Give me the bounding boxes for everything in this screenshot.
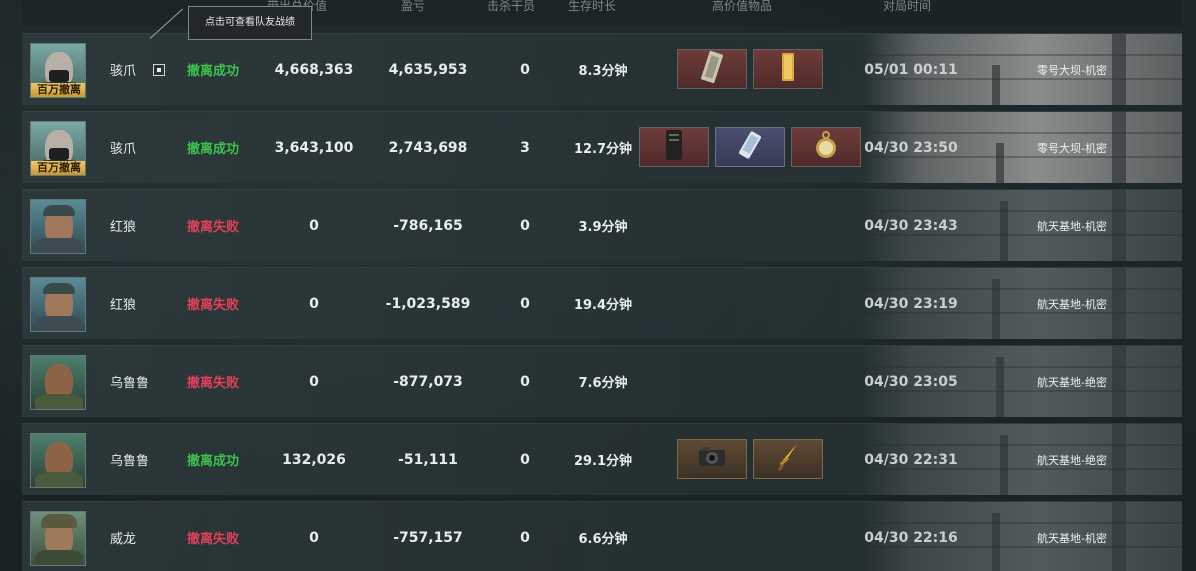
match-time: 04/30 23:19 — [864, 295, 958, 312]
match-row[interactable]: 红狼 撤离失败 0 -786,165 0 3.9分钟 04/30 23:43 航… — [22, 189, 1182, 261]
high-value-items — [22, 205, 1182, 247]
map-name: 航天基地-绝密 — [1037, 375, 1107, 389]
phone-icon — [735, 128, 765, 166]
high-value-item[interactable] — [791, 127, 861, 167]
high-value-item[interactable] — [677, 49, 747, 89]
match-row[interactable]: 威龙 撤离失败 0 -757,157 0 6.6分钟 04/30 22:16 航… — [22, 501, 1182, 571]
header-kills: 击杀干员 — [486, 0, 536, 13]
high-value-items — [22, 127, 1182, 169]
server-box-icon — [659, 128, 689, 166]
high-value-items — [22, 49, 1182, 91]
header-items: 高价值物品 — [711, 0, 773, 13]
header-duration: 生存时长 — [567, 0, 617, 13]
map-name: 航天基地-绝密 — [1037, 453, 1107, 467]
map-name: 航天基地-机密 — [1037, 531, 1107, 545]
match-time: 04/30 22:31 — [864, 451, 958, 468]
header-profit: 盈亏 — [400, 0, 426, 13]
camera-icon — [696, 442, 728, 476]
match-time: 05/01 00:11 — [864, 61, 958, 78]
high-value-items — [22, 439, 1182, 481]
match-row[interactable]: 乌鲁鲁 撤离成功 132,026 -51,111 0 29.1分钟 04/30 … — [22, 423, 1182, 495]
map-name: 航天基地-机密 — [1037, 219, 1107, 233]
match-row[interactable]: 百万撤离 骇爪 撤离成功 4,668,363 4,635,953 0 8.3分钟… — [22, 33, 1182, 105]
pocket-watch-icon — [811, 128, 841, 166]
high-value-items — [22, 517, 1182, 559]
match-time: 04/30 23:05 — [864, 373, 958, 390]
high-value-item[interactable] — [753, 49, 823, 89]
map-name: 零号大坝-机密 — [1037, 63, 1107, 77]
high-value-item[interactable] — [715, 127, 785, 167]
high-value-item[interactable] — [677, 439, 747, 479]
match-row[interactable]: 百万撤离 骇爪 撤离成功 3,643,100 2,743,698 3 12.7分… — [22, 111, 1182, 183]
match-row[interactable]: 红狼 撤离失败 0 -1,023,589 0 19.4分钟 04/30 23:1… — [22, 267, 1182, 339]
match-time: 04/30 22:16 — [864, 529, 958, 546]
match-row[interactable]: 乌鲁鲁 撤离失败 0 -877,073 0 7.6分钟 04/30 23:05 … — [22, 345, 1182, 417]
golden-dagger-icon — [773, 440, 803, 478]
high-value-items — [22, 283, 1182, 325]
high-value-item[interactable] — [753, 439, 823, 479]
match-time: 04/30 23:50 — [864, 139, 958, 156]
gold-bar-icon — [778, 50, 798, 88]
teammate-stats-tooltip: 点击可查看队友战绩 — [188, 6, 312, 40]
map-name: 航天基地-机密 — [1037, 297, 1107, 311]
map-name: 零号大坝-机密 — [1037, 141, 1107, 155]
match-time: 04/30 23:43 — [864, 217, 958, 234]
high-value-items — [22, 361, 1182, 403]
high-value-item[interactable] — [639, 127, 709, 167]
gpu-card-icon — [697, 50, 727, 88]
header-time: 对局时间 — [882, 0, 932, 13]
